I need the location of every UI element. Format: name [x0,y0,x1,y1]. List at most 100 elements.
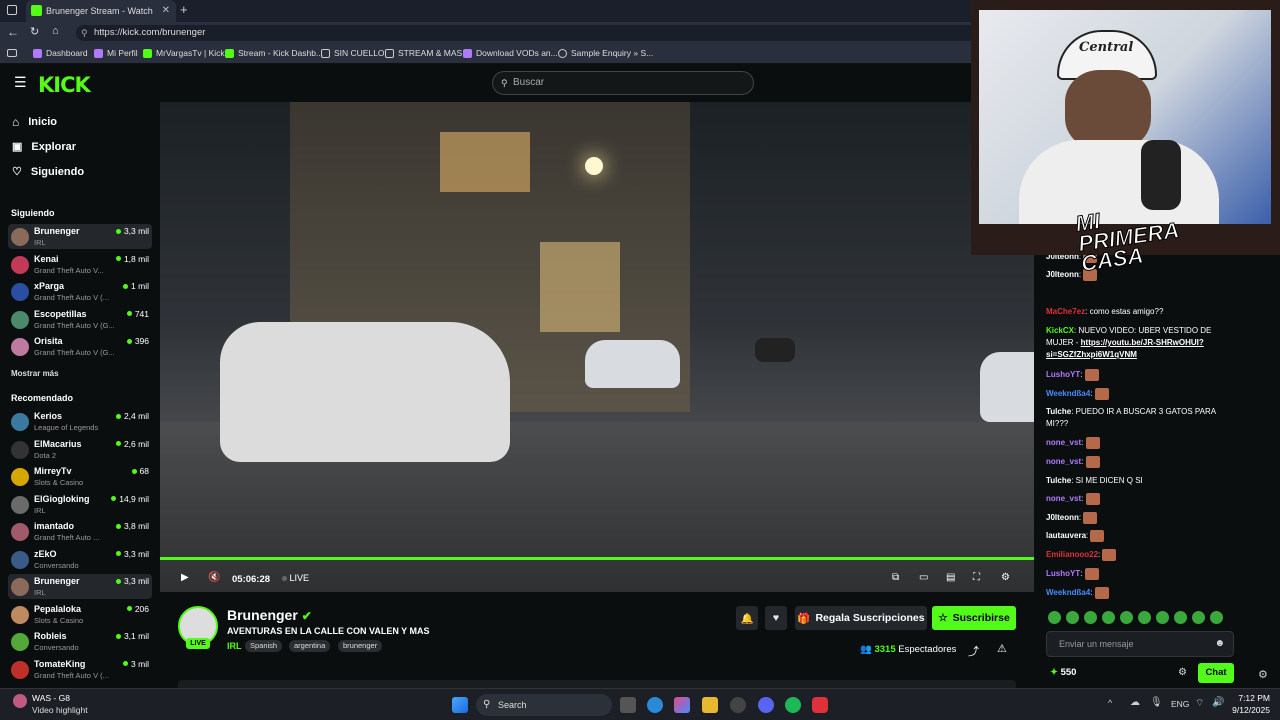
emoji-icon[interactable]: ☻ [1214,632,1225,656]
bookmark-download-vods[interactable]: Download VODs an... [463,48,558,58]
windows-start-icon[interactable] [452,697,468,713]
notification-title[interactable]: WAS - G8 [32,693,70,703]
browser-tab-active[interactable]: Brunenger Stream - Watch Live o ✕ [26,0,176,22]
search-input[interactable]: ⚲ Buscar [492,71,754,95]
bookmark-stream-dashboard[interactable]: Stream - Kick Dashb... [225,48,323,58]
edge-browser-icon[interactable] [647,697,663,713]
new-tab-icon[interactable]: + [180,2,188,17]
recommended-channel[interactable]: Kerios League of Legends 2,4 mil [8,409,152,434]
gift-subs-button[interactable]: 🎁 Regala Suscripciones [795,606,927,630]
recommended-channel[interactable]: Pepalaloka Slots & Casino 206 [8,602,152,627]
language-indicator[interactable]: ENG [1171,699,1189,709]
bookmark-sin-cuello[interactable]: SIN CUELLO [321,48,385,58]
chat-username[interactable]: none_vst [1046,438,1081,447]
chat-username[interactable]: none_vst [1046,494,1081,503]
miniplayer-icon[interactable]: ▤ [946,572,955,583]
chat-username[interactable]: Weekndßa4 [1046,389,1090,398]
clock-time[interactable]: 7:12 PM [1230,693,1270,703]
bookmark-mrvargastv[interactable]: MrVargasTv | Kick [143,48,225,58]
nav-explore[interactable]: ▣ Explorar [12,140,76,154]
discord-icon[interactable] [758,697,774,713]
emote-icon[interactable] [1066,611,1079,624]
back-icon[interactable]: ← [7,25,19,39]
chat-input[interactable]: Enviar un mensaje ☻ [1046,631,1234,657]
recommended-channel[interactable]: Robleis Conversando 3,1 mil [8,629,152,654]
home-icon[interactable]: ⌂ [52,25,59,37]
spotify-icon[interactable] [785,697,801,713]
emote-icon[interactable] [1156,611,1169,624]
volume-icon[interactable]: 🔊 [1212,697,1224,708]
chat-username[interactable]: lautauvera [1046,531,1086,540]
gear-icon[interactable]: ⚙ [1258,668,1268,681]
bookmark-dashboard[interactable]: Dashboard [33,48,88,58]
emote-icon[interactable] [1174,611,1187,624]
play-icon[interactable]: ▶ [181,572,189,583]
wifi-icon[interactable]: ⌔ [1195,697,1204,710]
stream-category[interactable]: IRL [227,641,242,651]
fullscreen-icon[interactable]: ⛶ [973,572,980,583]
kick-logo[interactable]: KICK [38,73,91,97]
streamer-name[interactable]: Brunenger ✔ [227,607,312,623]
bookmark-sample-enquiry[interactable]: Sample Enquiry » S... [558,48,653,58]
emote-icon[interactable] [1102,611,1115,624]
chat-username[interactable]: Emilianooo22 [1046,550,1098,559]
settings-gear-icon[interactable]: ⚙ [1001,572,1010,583]
hamburger-menu-icon[interactable]: ☰ [14,75,27,89]
recommended-channel[interactable]: imantado Grand Theft Auto ... 3,8 mil [8,519,152,544]
tab-actions-icon[interactable] [7,5,17,15]
chat-username[interactable]: LushoYT [1046,569,1080,578]
tray-chevron-icon[interactable]: ^ [1108,698,1112,708]
chrome-icon[interactable] [730,697,746,713]
chat-send-button[interactable]: Chat [1198,663,1234,683]
following-channel[interactable]: Orisita Grand Theft Auto V (G... 396 [8,334,152,359]
task-view-icon[interactable] [620,697,636,713]
chat-username[interactable]: MaChe7ez [1046,307,1085,316]
site-info-icon[interactable]: ⚲ [81,25,88,41]
emote-icon[interactable] [1138,611,1151,624]
chat-username[interactable]: Tulche [1046,407,1071,416]
follow-button[interactable]: ♥ [765,606,787,630]
notification-bell-button[interactable]: 🔔 [736,606,758,630]
channel-points[interactable]: ✦ 550 [1050,667,1076,678]
following-channel[interactable]: Brunenger IRL 3,3 mil [8,224,152,249]
emote-icon[interactable] [1210,611,1223,624]
cloud-icon[interactable]: ☁ [1130,697,1140,708]
show-more-link[interactable]: Mostrar más [11,369,59,378]
chat-username[interactable]: J0lteonn [1046,513,1079,522]
report-icon[interactable]: ⚠ [997,642,1007,655]
chat-settings-gear-icon[interactable]: ⚙ [1178,667,1187,678]
share-icon[interactable]: ⤴ [968,643,979,659]
video-player[interactable] [160,102,1034,592]
recommended-channel[interactable]: MirreyTv Slots & Casino 68 [8,464,152,489]
theater-icon[interactable]: ▭ [919,572,928,583]
following-channel[interactable]: xParga Grand Theft Auto V (... 1 mil [8,279,152,304]
chat-username[interactable]: LushoYT [1046,370,1080,379]
following-channel[interactable]: Escopetillas Grand Theft Auto V (G... 741 [8,307,152,332]
recommended-channel[interactable]: TomateKing Grand Theft Auto V (... 3 mil [8,657,152,682]
tag-spanish[interactable]: Spanish [245,640,283,652]
bookmarks-menu-icon[interactable] [7,49,17,57]
emote-icon[interactable] [1084,611,1097,624]
nav-home[interactable]: ⌂ Inicio [12,115,57,129]
mic-icon[interactable]: 🎙 [1150,697,1163,708]
emote-icon[interactable] [1192,611,1205,624]
taskbar-search[interactable]: ⚲ Search [476,694,612,716]
nav-following[interactable]: ♡ Siguiendo [12,165,84,179]
recommended-channel[interactable]: zEkO Conversando 3,3 mil [8,547,152,572]
chat-username[interactable]: Tulche [1046,476,1071,485]
bookmark-stream-mas[interactable]: STREAM & MAS [385,48,462,58]
chat-username[interactable]: Weekndßa4 [1046,588,1090,597]
bookmark-mi-perfil[interactable]: Mi Perfil [94,48,138,58]
recommended-channel[interactable]: Brunenger IRL 3,3 mil [8,574,152,599]
subscribe-button[interactable]: ☆ Suscribirse [932,606,1016,630]
clip-icon[interactable]: ⧉ [892,572,899,583]
following-channel[interactable]: Kenai Grand Theft Auto V... 1,8 mil [8,252,152,277]
video-progress-bar[interactable] [160,557,1034,560]
clock-date[interactable]: 9/12/2025 [1227,705,1270,715]
emote-icon[interactable] [1120,611,1133,624]
tag-argentina[interactable]: argentina [289,640,331,652]
chat-username[interactable]: J0lteonn [1046,270,1079,279]
recommended-channel[interactable]: ElMacarius Dota 2 2,6 mil [8,437,152,462]
tag-brunenger[interactable]: brunenger [338,640,383,652]
app-icon[interactable] [812,697,828,713]
